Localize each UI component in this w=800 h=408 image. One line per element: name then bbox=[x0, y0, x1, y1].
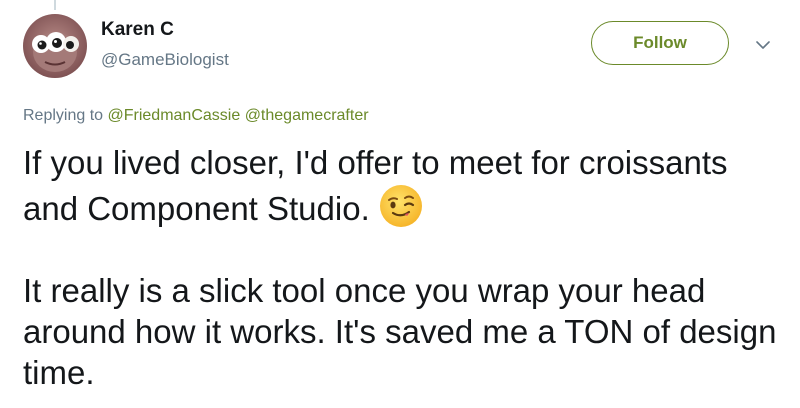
replying-to-line: Replying to @FriedmanCassie @thegamecraf… bbox=[23, 107, 369, 125]
chevron-down-icon[interactable] bbox=[755, 38, 771, 50]
replying-to-label: Replying to bbox=[23, 107, 104, 124]
tweet-paragraph: If you lived closer, I'd offer to meet f… bbox=[23, 142, 783, 229]
tweet-text: If you lived closer, I'd offer to meet f… bbox=[23, 142, 783, 393]
author-display-name[interactable]: Karen C bbox=[101, 19, 174, 41]
avatar[interactable] bbox=[23, 14, 87, 78]
thread-connector-line bbox=[54, 0, 56, 10]
follow-button[interactable]: Follow bbox=[591, 21, 729, 65]
tweet-paragraph: It really is a slick tool once you wrap … bbox=[23, 272, 777, 391]
author-handle[interactable]: @GameBiologist bbox=[101, 50, 229, 70]
reply-mention-friedmancassie[interactable]: @FriedmanCassie bbox=[108, 107, 241, 124]
winking-face-emoji-icon bbox=[378, 183, 424, 229]
profile-avatar-icon bbox=[23, 14, 87, 78]
tweet-paragraph-text: If you lived closer, I'd offer to meet f… bbox=[23, 144, 728, 227]
reply-mention-thegamecrafter[interactable]: @thegamecrafter bbox=[245, 107, 369, 124]
